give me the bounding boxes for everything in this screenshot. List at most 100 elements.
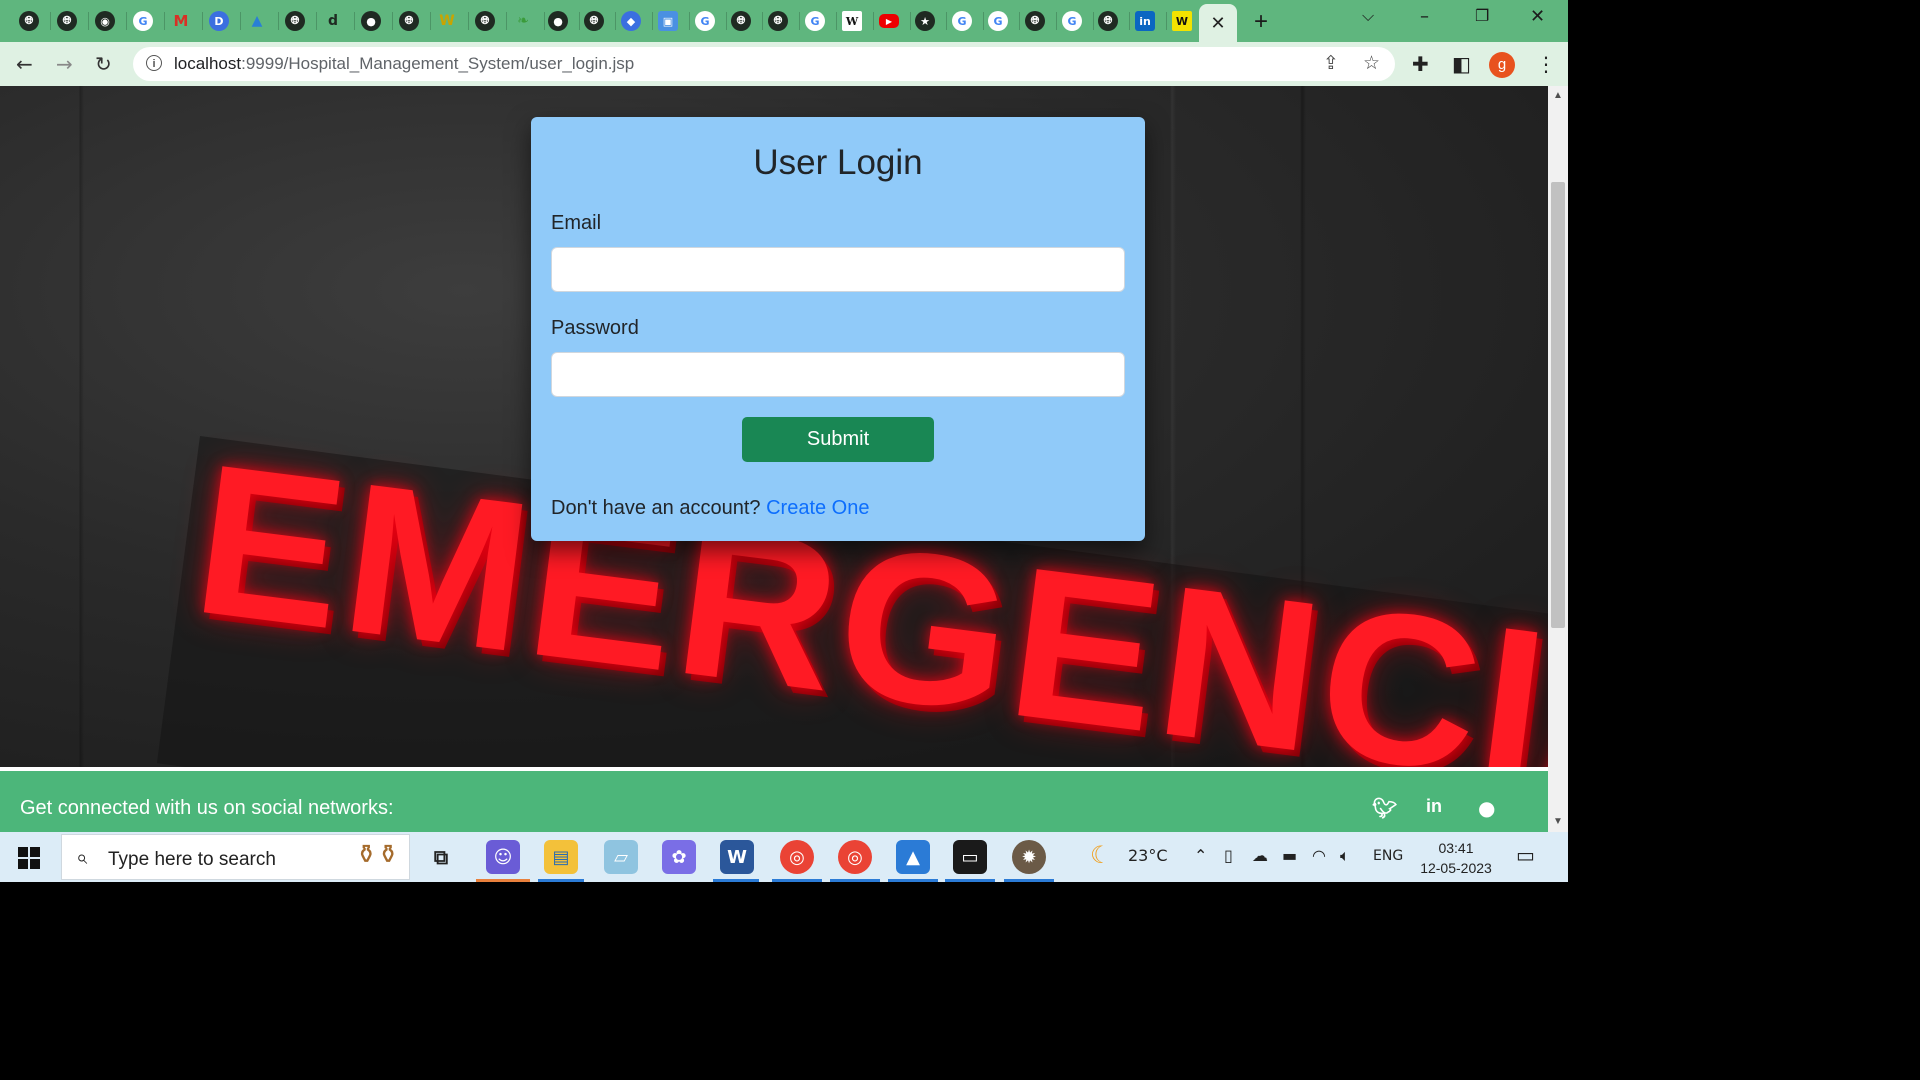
file-explorer-indicator	[538, 879, 584, 882]
volume-icon[interactable]: 🔈︎	[1340, 846, 1350, 866]
tab-github-icon[interactable]: ●	[546, 9, 570, 33]
close-icon[interactable]: ✕	[1210, 13, 1225, 34]
linkedin-icon[interactable]: in	[1426, 796, 1442, 817]
tab-separator	[240, 12, 241, 30]
chrome-profile-icon[interactable]: ◎	[838, 840, 872, 874]
tab-google-icon[interactable]: G	[950, 9, 974, 33]
scroll-up-icon[interactable]: ▲	[1553, 90, 1563, 101]
tab-star-icon[interactable]: ★	[913, 9, 937, 33]
tab-google-icon[interactable]: G	[1060, 9, 1084, 33]
game-app-icon[interactable]: ✹	[1012, 840, 1046, 874]
photos-icon[interactable]: ▲	[896, 840, 930, 874]
tab-separator	[1093, 12, 1094, 30]
file-explorer-icon[interactable]: ▤	[544, 840, 578, 874]
forward-arrow-icon[interactable]: →	[56, 52, 73, 76]
twitter-icon[interactable]: 🐦︎	[1372, 796, 1397, 820]
tab-leaf-icon[interactable]: ❧	[511, 9, 535, 33]
scroll-thumb[interactable]	[1551, 182, 1565, 628]
tab-linkedin-icon[interactable]: in	[1133, 9, 1157, 33]
minimize-icon[interactable]: –	[1420, 6, 1429, 27]
scroll-down-icon[interactable]: ▼	[1553, 816, 1563, 827]
windows-start-icon[interactable]	[18, 847, 40, 869]
create-account-link[interactable]: Create One	[766, 497, 869, 519]
chrome-icon[interactable]: ◎	[780, 840, 814, 874]
login-card: User Login Email Password Submit Don't h…	[531, 117, 1145, 541]
back-arrow-icon[interactable]: ←	[16, 52, 33, 76]
tab-favicon-icon[interactable]: ◉	[93, 9, 117, 33]
windows-taskbar: ⌕ Type here to search ⚱⚱ ⧉ ☺ ▤ ▱ ✿ W ◎ ◎…	[0, 832, 1568, 882]
new-tab-button[interactable]: +	[1254, 8, 1268, 36]
tab-google-icon[interactable]: G	[803, 9, 827, 33]
submit-button[interactable]: Submit	[742, 417, 934, 462]
tab-separator	[164, 12, 165, 30]
tab-docs-icon[interactable]: D	[207, 9, 231, 33]
language-indicator[interactable]: ENG	[1373, 848, 1403, 864]
tab-globe-icon[interactable]: 🌐︎	[582, 9, 606, 33]
word-icon[interactable]: W	[720, 840, 754, 874]
tab-google-icon[interactable]: G	[986, 9, 1010, 33]
wifi-icon[interactable]: ◠	[1312, 846, 1326, 865]
tab-app-icon[interactable]: W	[435, 9, 459, 33]
tab-globe-icon[interactable]: 🌐︎	[1023, 9, 1047, 33]
menu-kebab-icon[interactable]: ⋮	[1536, 52, 1556, 76]
footer-bar: Get connected with us on social networks…	[0, 771, 1548, 832]
terminal-icon[interactable]: ▭	[953, 840, 987, 874]
share-icon[interactable]: ⇪	[1323, 52, 1339, 74]
taskbar-search[interactable]: ⌕ Type here to search ⚱⚱	[61, 834, 410, 880]
chrome-profile-indicator	[830, 879, 880, 882]
email-field[interactable]	[551, 247, 1125, 292]
tab-globe-icon[interactable]: 🌐︎	[17, 9, 41, 33]
weather-moon-icon[interactable]: ☾	[1090, 841, 1112, 869]
site-info-icon[interactable]: i	[146, 55, 162, 71]
profile-avatar[interactable]: g	[1489, 52, 1515, 78]
tab-separator	[1129, 12, 1130, 30]
active-tab-close-button[interactable]: ✕	[1199, 4, 1237, 42]
tab-globe-icon[interactable]: 🌐︎	[1096, 9, 1120, 33]
side-panel-icon[interactable]: ◧	[1452, 52, 1471, 76]
task-view-icon[interactable]: ⧉	[424, 840, 458, 874]
copilot-app-icon[interactable]: ✿	[662, 840, 696, 874]
page-scrollbar[interactable]: ▲ ▼	[1548, 86, 1568, 832]
tab-box-icon[interactable]: ▣	[656, 9, 680, 33]
tab-globe-icon[interactable]: 🌐︎	[729, 9, 753, 33]
bookmark-star-icon[interactable]: ☆	[1363, 52, 1380, 74]
tab-globe-icon[interactable]: 🌐︎	[766, 9, 790, 33]
tab-globe-icon[interactable]: 🌐︎	[55, 9, 79, 33]
restore-icon[interactable]: ❐	[1475, 6, 1489, 25]
tab-google-icon[interactable]: G	[693, 9, 717, 33]
extensions-puzzle-icon[interactable]: ✚	[1412, 52, 1429, 76]
photos-indicator	[888, 879, 938, 882]
tab-github-icon[interactable]: ●	[359, 9, 383, 33]
tab-separator	[836, 12, 837, 30]
chat-app-icon[interactable]: ☺	[486, 840, 520, 874]
tray-chevron-up-icon[interactable]: ⌃	[1194, 846, 1207, 865]
tray-device-icon[interactable]: ▯	[1224, 846, 1233, 865]
tab-doc-icon[interactable]: d	[321, 9, 345, 33]
tab-search-chevron-icon[interactable]: ⌵	[1362, 6, 1374, 26]
chat-app-indicator	[476, 879, 530, 882]
notes-app-icon[interactable]: ▱	[604, 840, 638, 874]
window-close-icon[interactable]: ✕	[1530, 6, 1545, 27]
tab-globe-icon[interactable]: 🌐︎	[397, 9, 421, 33]
tab-globe-icon[interactable]: 🌐︎	[473, 9, 497, 33]
onedrive-cloud-icon[interactable]: ☁	[1252, 846, 1268, 865]
weather-temp[interactable]: 23°C	[1128, 846, 1168, 865]
tab-app-icon[interactable]: ▲	[245, 9, 269, 33]
address-bar[interactable]: i localhost:9999/Hospital_Management_Sys…	[133, 47, 1395, 81]
password-field[interactable]	[551, 352, 1125, 397]
tab-google-icon[interactable]: G	[131, 9, 155, 33]
tab-youtube-icon[interactable]: ▶	[877, 9, 901, 33]
tab-w-icon[interactable]: W	[1170, 9, 1194, 33]
taskbar-clock[interactable]: 03:41 12-05-2023	[1418, 838, 1494, 878]
footer-social-text: Get connected with us on social networks…	[20, 797, 394, 819]
tab-wikipedia-icon[interactable]: W	[840, 9, 864, 33]
tab-separator	[762, 12, 763, 30]
github-icon[interactable]: ●	[1478, 796, 1495, 820]
tab-diamond-icon[interactable]: ◆	[619, 9, 643, 33]
url-text[interactable]: localhost:9999/Hospital_Management_Syste…	[174, 54, 634, 74]
notification-icon[interactable]: ▭	[1516, 843, 1535, 867]
battery-icon[interactable]: ▬	[1282, 846, 1297, 865]
tab-gmail-icon[interactable]: M	[169, 9, 193, 33]
tab-globe-icon[interactable]: 🌐︎	[283, 9, 307, 33]
reload-icon[interactable]: ↻	[95, 52, 112, 76]
